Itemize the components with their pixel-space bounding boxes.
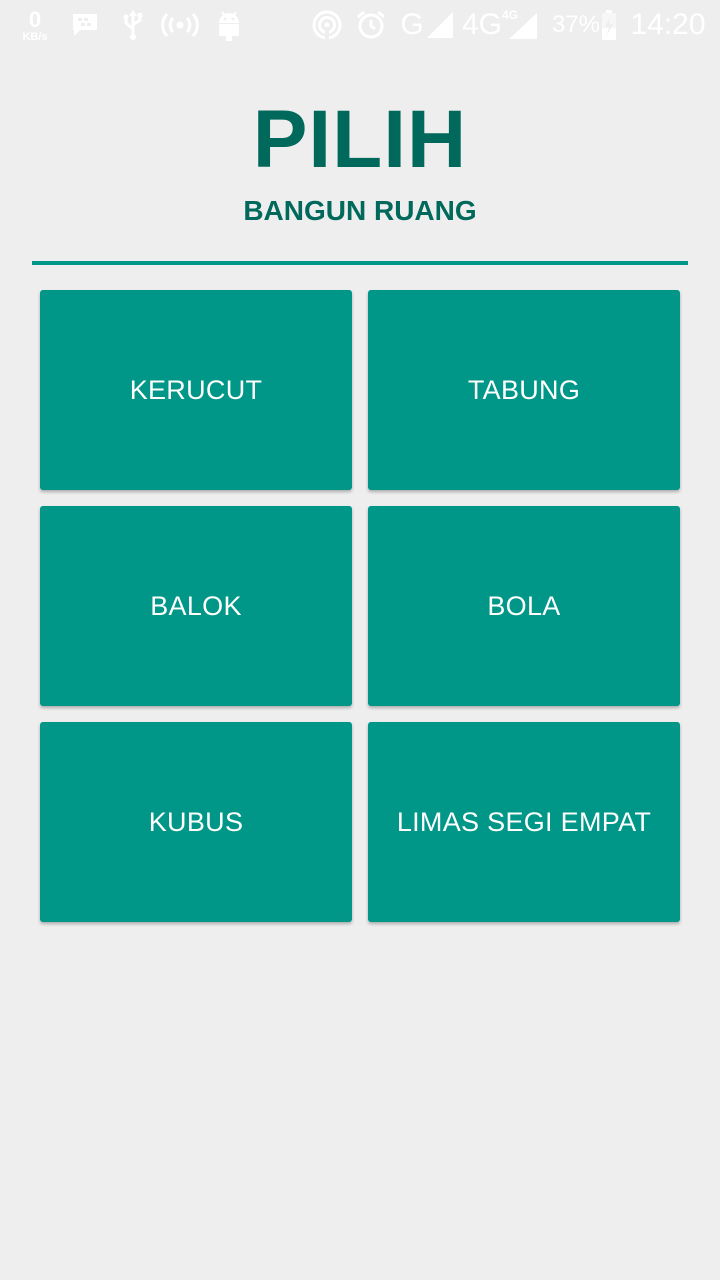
usb-icon xyxy=(118,0,148,50)
header-divider xyxy=(32,261,688,265)
page-subtitle: BANGUN RUANG xyxy=(243,195,477,226)
balok-button[interactable]: BALOK xyxy=(40,506,352,706)
wifi-hotspot-icon xyxy=(310,0,344,50)
android-debug-icon xyxy=(212,0,246,50)
kerucut-button[interactable]: KERUCUT xyxy=(40,290,352,490)
kubus-button[interactable]: KUBUS xyxy=(40,722,352,922)
network-type-label: G xyxy=(400,8,424,41)
alarm-icon xyxy=(354,0,388,50)
kerucut-button-label: KERUCUT xyxy=(129,374,263,405)
hotspot-icon xyxy=(160,0,200,50)
signal-icon xyxy=(424,0,456,50)
tabung-button[interactable]: TABUNG xyxy=(368,290,680,490)
net-speed-unit: KB/s xyxy=(22,31,48,43)
bola-button-label: BOLA xyxy=(487,590,561,621)
kubus-button-label: KUBUS xyxy=(148,806,244,837)
balok-button-label: BALOK xyxy=(150,590,242,621)
net-speed-indicator: 0 KB/s xyxy=(14,0,56,50)
battery-percent: 37% xyxy=(551,11,601,38)
signal-4g-icon: 4G xyxy=(500,0,540,50)
net-speed-value: 0 xyxy=(28,7,42,32)
status-time: 14:20 xyxy=(630,8,706,41)
network-4g-small-label: 4G xyxy=(502,8,519,22)
limas-segi-empat-button[interactable]: LIMAS SEGI EMPAT xyxy=(368,722,680,922)
page-title: PILIH xyxy=(252,94,468,185)
tabung-button-label: TABUNG xyxy=(467,374,581,405)
network-4g-label: 4G xyxy=(461,8,503,41)
limas-segi-empat-button-label: LIMAS SEGI EMPAT xyxy=(396,806,652,837)
status-bar: 0 KB/s G 4G 4G 37% 14:20 xyxy=(0,0,720,50)
battery-charging-icon xyxy=(598,0,620,50)
bola-button[interactable]: BOLA xyxy=(368,506,680,706)
bbm-icon xyxy=(68,0,102,50)
